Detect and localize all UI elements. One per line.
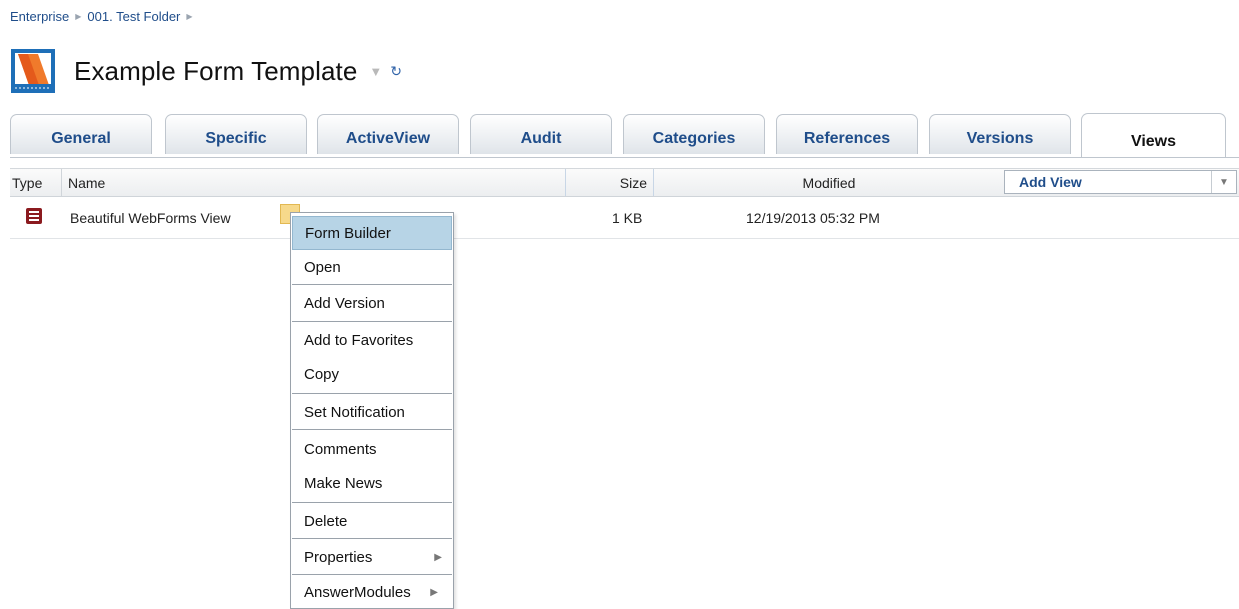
menu-divider (292, 429, 452, 430)
menu-divider (292, 502, 452, 503)
chevron-down-icon[interactable]: ▼ (369, 64, 382, 79)
table-header: Type Name Size Modified Add View ▼ (10, 168, 1239, 197)
context-menu: Form Builder Open Add Version Add to Fav… (290, 212, 454, 609)
menu-item-comments[interactable]: Comments (292, 432, 452, 466)
breadcrumb-item-test-folder[interactable]: 001. Test Folder (87, 9, 180, 24)
tab-bar: General Specific ActiveView Audit Catego… (10, 113, 1239, 157)
menu-divider (292, 393, 452, 394)
page-title: Example Form Template (74, 55, 358, 86)
tab-views[interactable]: Views (1081, 113, 1226, 157)
breadcrumb-separator-icon: ▶ (75, 12, 82, 21)
menu-item-add-version[interactable]: Add Version (292, 286, 452, 320)
menu-item-answermodules-label: AnswerModules (304, 583, 411, 601)
refresh-icon[interactable]: ↻ (390, 63, 402, 80)
tab-references[interactable]: References (776, 114, 918, 154)
webform-view-icon (26, 196, 42, 236)
breadcrumb-separator-icon: ▶ (186, 12, 193, 21)
submenu-arrow-icon: ▶ (434, 551, 442, 563)
row-size: 1 KB (612, 210, 643, 226)
chevron-down-icon[interactable]: ▼ (1211, 171, 1236, 193)
tab-divider (10, 157, 1239, 158)
submenu-arrow-icon: ▶ (430, 586, 438, 598)
add-view-dropdown[interactable]: Add View ▼ (1004, 170, 1237, 194)
menu-divider (292, 284, 452, 285)
row-name-link[interactable]: Beautiful WebForms View (70, 198, 231, 238)
page-header: Example Form Template ▼ ↻ (10, 48, 402, 94)
add-view-label: Add View (1019, 174, 1082, 190)
column-header-size[interactable]: Size (566, 169, 654, 196)
menu-item-copy[interactable]: Copy (292, 357, 452, 391)
menu-item-form-builder[interactable]: Form Builder (292, 216, 452, 250)
breadcrumb: Enterprise ▶ 001. Test Folder ▶ (10, 9, 193, 24)
menu-item-properties-label: Properties (304, 548, 373, 566)
form-template-icon (10, 48, 56, 94)
menu-item-answermodules[interactable]: AnswerModules ▶ (292, 575, 452, 609)
menu-item-make-news[interactable]: Make News (292, 466, 452, 500)
tab-categories[interactable]: Categories (623, 114, 765, 154)
menu-item-add-to-favorites[interactable]: Add to Favorites (292, 323, 452, 357)
column-header-name[interactable]: Name (62, 169, 566, 196)
menu-divider (292, 538, 452, 539)
tab-activeview[interactable]: ActiveView (317, 114, 459, 154)
menu-item-open[interactable]: Open (292, 250, 452, 284)
breadcrumb-item-enterprise[interactable]: Enterprise (10, 9, 69, 24)
column-header-modified[interactable]: Modified (654, 169, 1004, 196)
row-modified: 12/19/2013 05:32 PM (746, 210, 880, 226)
tab-versions[interactable]: Versions (929, 114, 1071, 154)
tab-specific[interactable]: Specific (165, 114, 307, 154)
tab-general[interactable]: General (10, 114, 152, 154)
menu-item-properties[interactable]: Properties ▶ (292, 540, 452, 574)
menu-item-set-notification[interactable]: Set Notification (292, 395, 452, 429)
column-header-type[interactable]: Type (10, 169, 62, 196)
menu-divider (292, 321, 452, 322)
menu-item-delete[interactable]: Delete (292, 504, 452, 538)
tab-audit[interactable]: Audit (470, 114, 612, 154)
table-row[interactable]: Beautiful WebForms View 1 KB 12/19/2013 … (10, 198, 1239, 239)
